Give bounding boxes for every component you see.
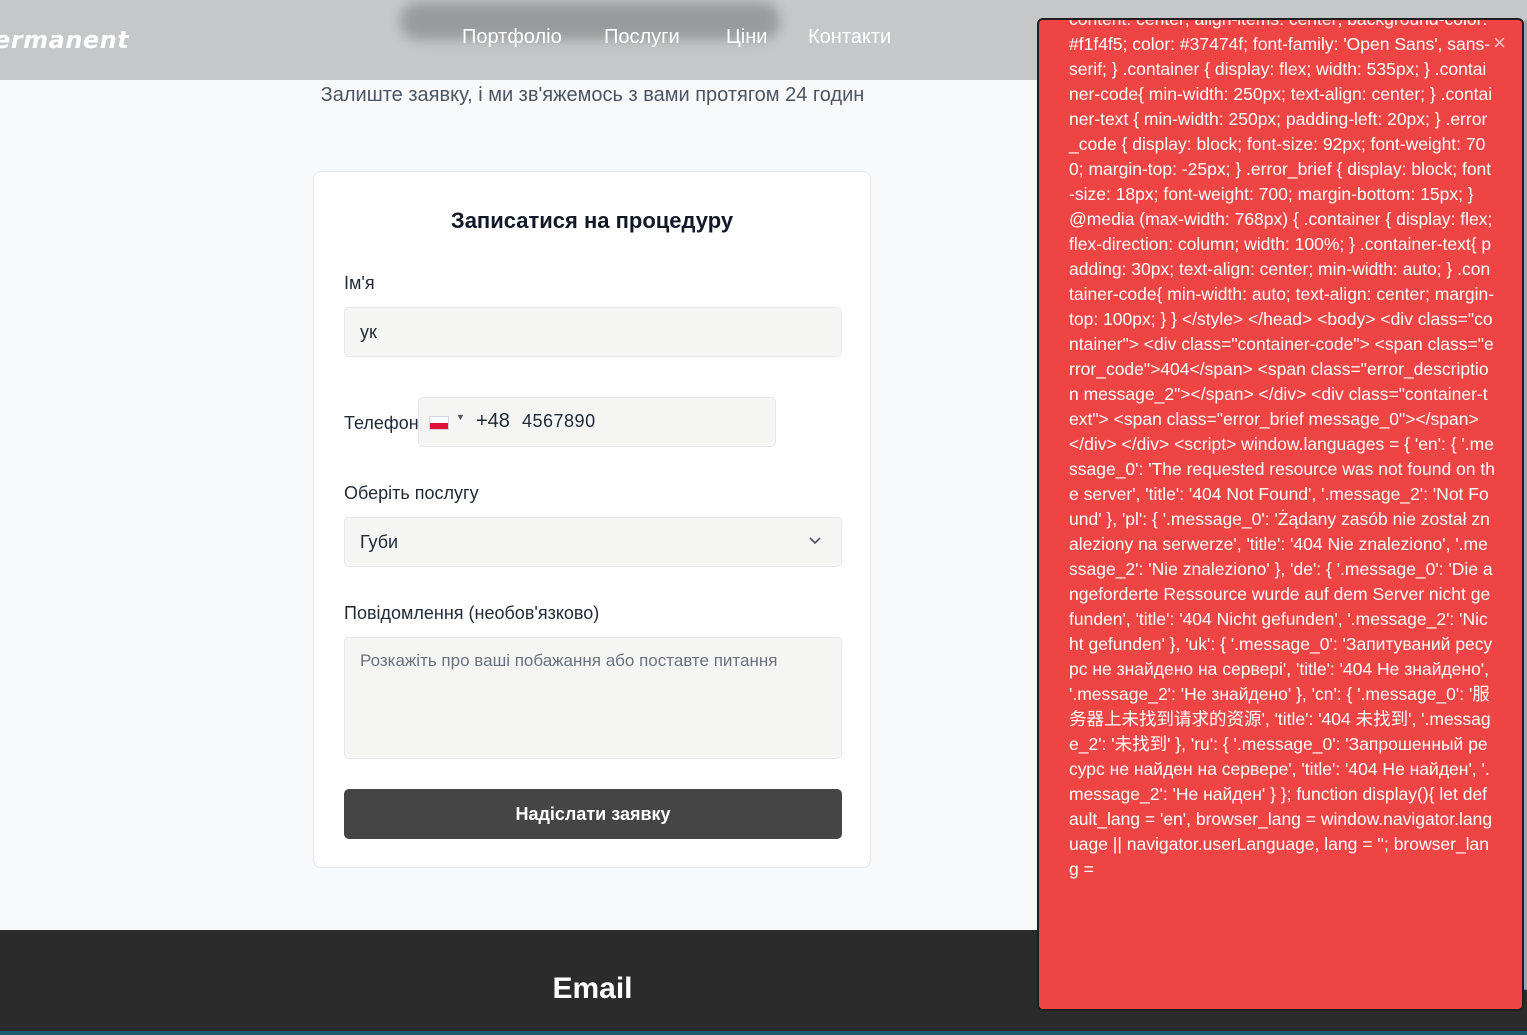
submit-button[interactable]: Надіслати заявку <box>344 789 842 839</box>
header-blur-shape <box>400 2 780 40</box>
chevron-down-icon <box>809 537 821 545</box>
nav-link-services[interactable]: Послуги <box>604 26 680 49</box>
phone-number-value[interactable]: 4567890 <box>522 411 596 432</box>
phone-label: Телефон <box>344 413 419 433</box>
error-source-code-text: content: center; align-items: center; ba… <box>1069 18 1495 879</box>
site-logo[interactable]: ermanent <box>0 26 129 54</box>
poland-flag-icon[interactable] <box>429 416 449 430</box>
message-textarea[interactable]: Розкажіть про ваші побажання або поставт… <box>344 637 842 759</box>
service-select[interactable]: Губи <box>344 517 842 567</box>
name-label: Ім'я <box>344 273 375 293</box>
error-overlay-panel: content: center; align-items: center; ba… <box>1037 18 1524 1011</box>
close-icon[interactable]: × <box>1493 32 1506 54</box>
section-subtitle: Залиште заявку, і ми зв'яжемось з вами п… <box>320 84 865 106</box>
nav-link-portfolio[interactable]: Портфоліо <box>462 26 562 49</box>
message-label: Повідомлення (необов'язково) <box>344 603 600 623</box>
nav-link-prices[interactable]: Ціни <box>726 26 767 49</box>
phone-input[interactable]: ▼ +48 4567890 <box>418 397 776 447</box>
country-dropdown-caret-icon[interactable]: ▼ <box>456 412 465 422</box>
name-input[interactable]: ук <box>344 307 842 357</box>
form-title: Записатися на процедуру <box>450 208 734 233</box>
footer-email-title: Email <box>552 972 633 1005</box>
nav-link-contacts[interactable]: Контакти <box>808 26 891 49</box>
footer-divider <box>0 1031 1527 1035</box>
service-label: Оберіть послугу <box>344 483 479 503</box>
service-selected-value: Губи <box>360 532 399 552</box>
phone-dial-code: +48 <box>476 410 510 432</box>
booking-form-card: Записатися на процедуру Ім'я ук Телефон … <box>313 171 871 868</box>
